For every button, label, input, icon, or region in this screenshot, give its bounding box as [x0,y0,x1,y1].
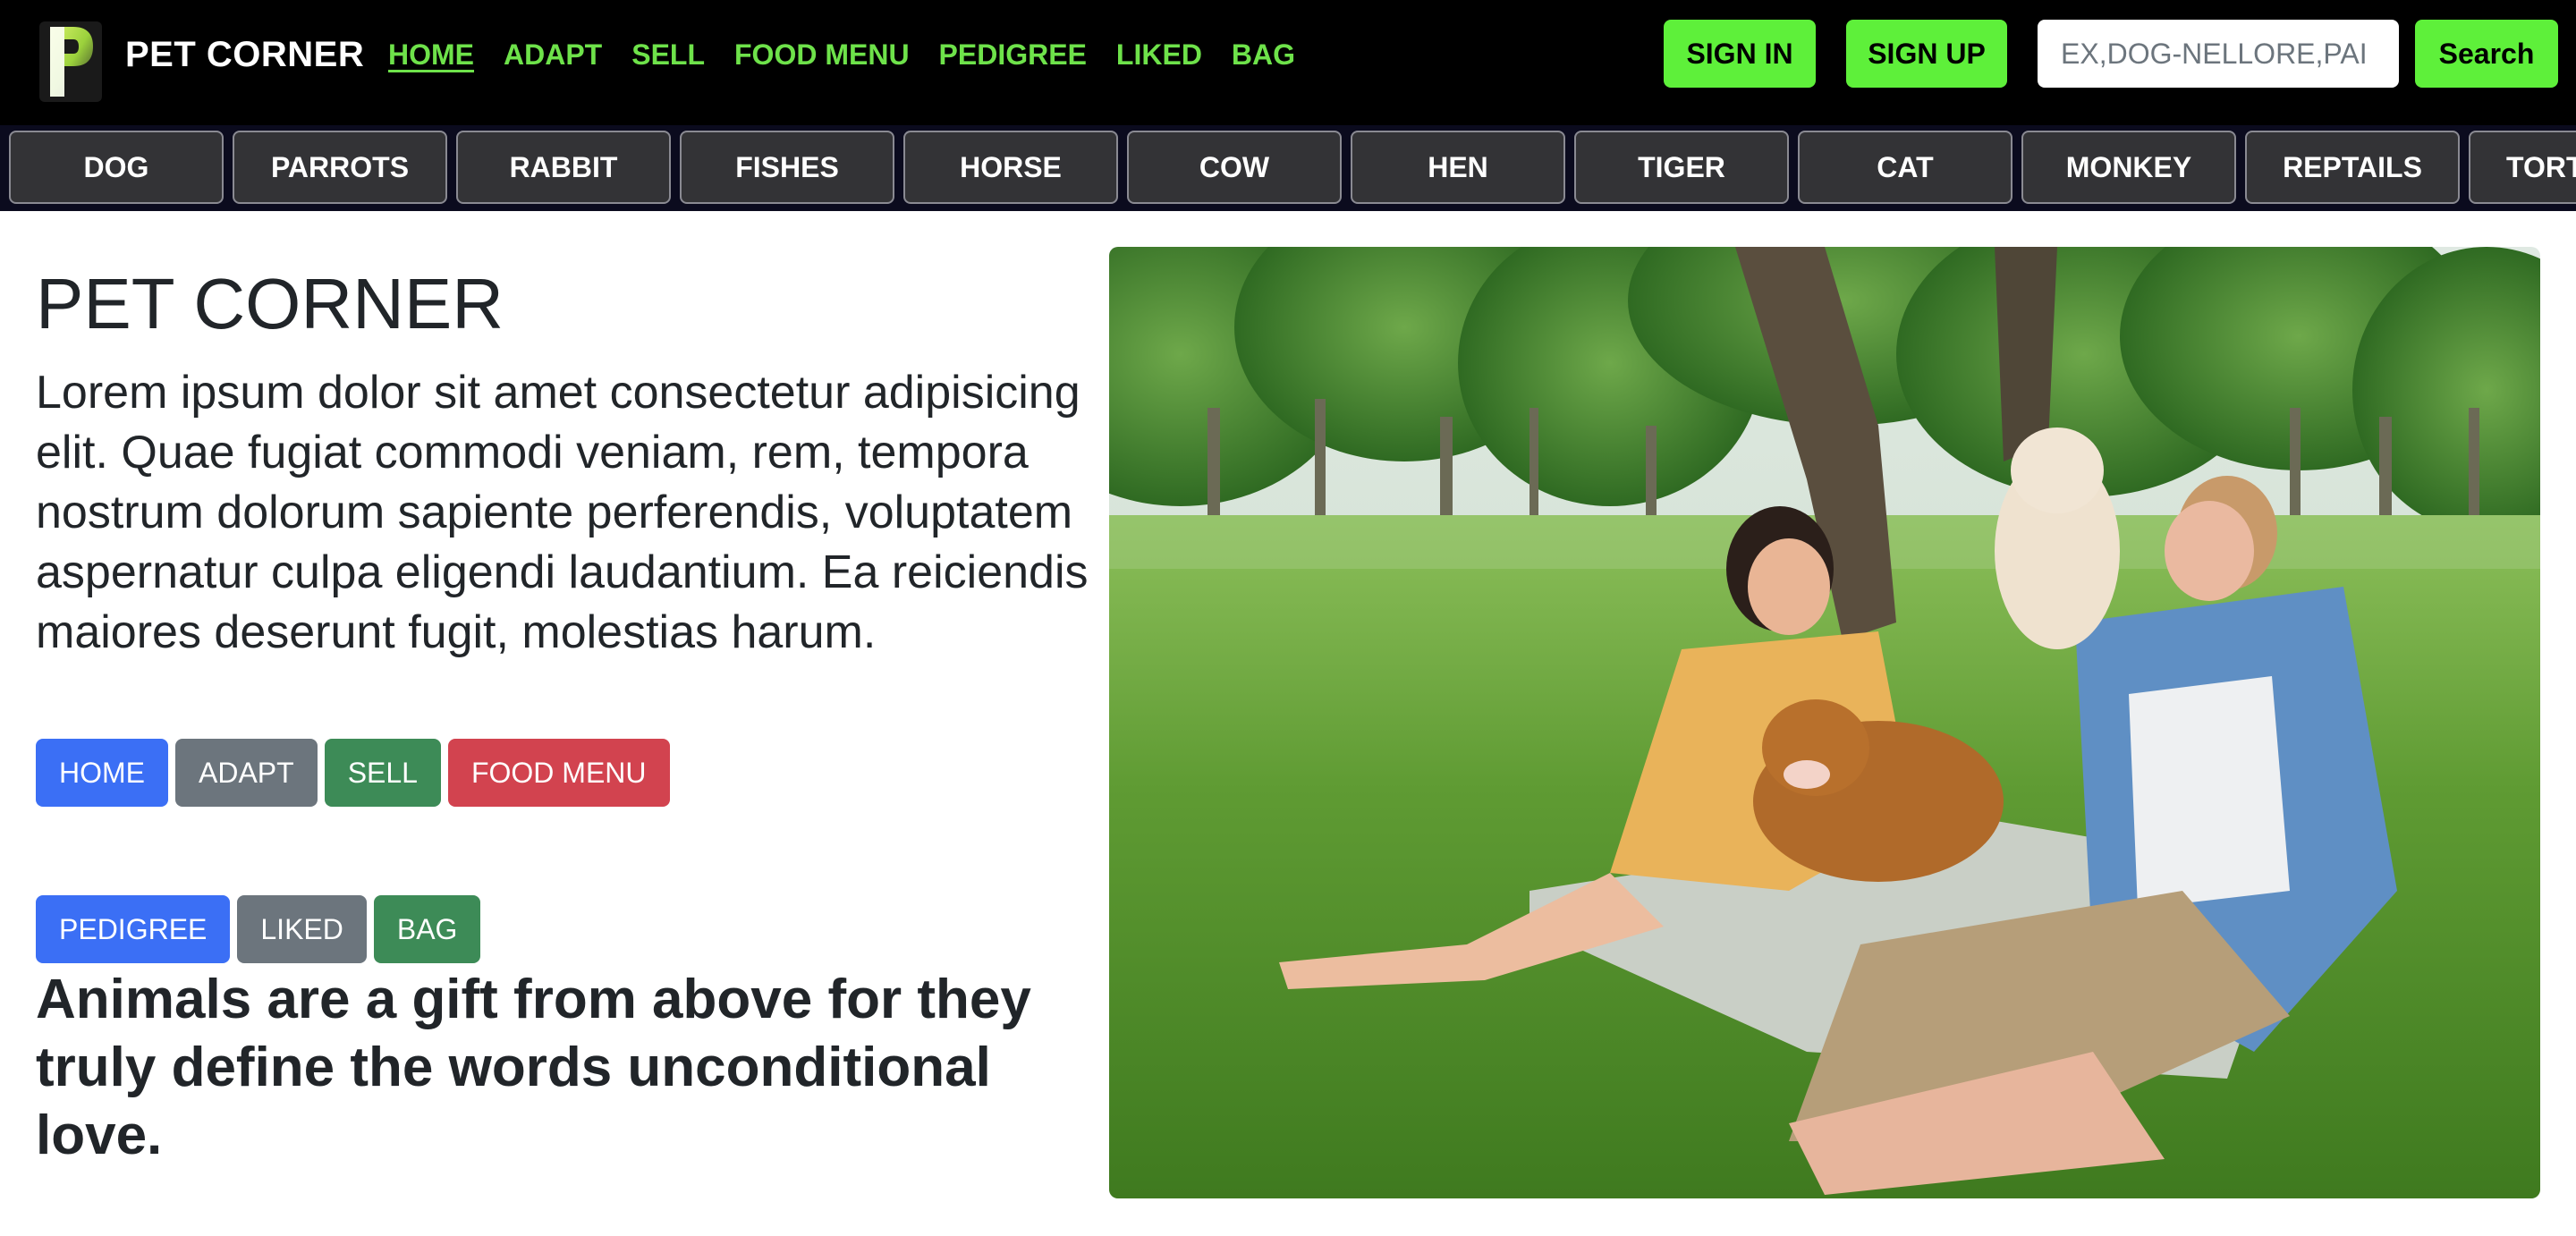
logo-p-icon [39,21,102,102]
main-nav: HOME ADAPT SELL FOOD MENU PEDIGREE LIKED… [388,32,1295,77]
brand-logo[interactable] [38,18,109,107]
page-title: PET CORNER [36,264,504,343]
nav-link-bag[interactable]: BAG [1232,32,1295,77]
quick-links-row-1: HOME ADAPT SELL FOOD MENU [36,739,670,807]
category-dog[interactable]: DOG [9,131,224,204]
intro-paragraph: Lorem ipsum dolor sit amet consectetur a… [36,367,1089,658]
category-hen[interactable]: HEN [1351,131,1565,204]
nav-link-home[interactable]: HOME [388,32,474,77]
category-fishes[interactable]: FISHES [680,131,894,204]
park-photo-illustration [1109,247,2540,1198]
category-horse[interactable]: HORSE [903,131,1118,204]
liked-button[interactable]: LIKED [237,895,367,963]
nav-link-liked[interactable]: LIKED [1116,32,1202,77]
search-button[interactable]: Search [2415,20,2558,88]
adapt-button[interactable]: ADAPT [175,739,318,807]
category-tiger[interactable]: TIGER [1574,131,1789,204]
nav-link-adapt[interactable]: ADAPT [504,32,602,77]
top-navbar: PET CORNER HOME ADAPT SELL FOOD MENU PED… [0,0,2576,125]
sign-in-button[interactable]: SIGN IN [1664,20,1816,88]
category-cat[interactable]: CAT [1798,131,2012,204]
pedigree-button[interactable]: PEDIGREE [36,895,231,963]
category-cow[interactable]: COW [1127,131,1342,204]
sign-up-button[interactable]: SIGN UP [1846,20,2007,88]
sell-button[interactable]: SELL [324,739,441,807]
category-tort[interactable]: TORT [2469,131,2576,204]
category-reptails[interactable]: REPTAILS [2245,131,2460,204]
nav-link-food-menu[interactable]: FOOD MENU [734,32,910,77]
brand-name[interactable]: PET CORNER [125,32,364,77]
search-input[interactable] [2038,20,2399,88]
food-menu-button[interactable]: FOOD MENU [447,739,670,807]
category-parrots[interactable]: PARROTS [233,131,447,204]
category-monkey[interactable]: MONKEY [2021,131,2236,204]
category-bar: DOG PARROTS RABBIT FISHES HORSE COW HEN … [0,125,2576,211]
bag-button[interactable]: BAG [373,895,481,963]
category-rabbit[interactable]: RABBIT [456,131,671,204]
nav-link-sell[interactable]: SELL [631,32,705,77]
home-button[interactable]: HOME [36,739,168,807]
nav-link-pedigree[interactable]: PEDIGREE [939,32,1087,77]
quick-links-row-2: PEDIGREE LIKED BAG [36,895,481,963]
hero-image [1109,247,2540,1198]
tagline-quote: Animals are a gift from above for they t… [36,969,1031,1166]
